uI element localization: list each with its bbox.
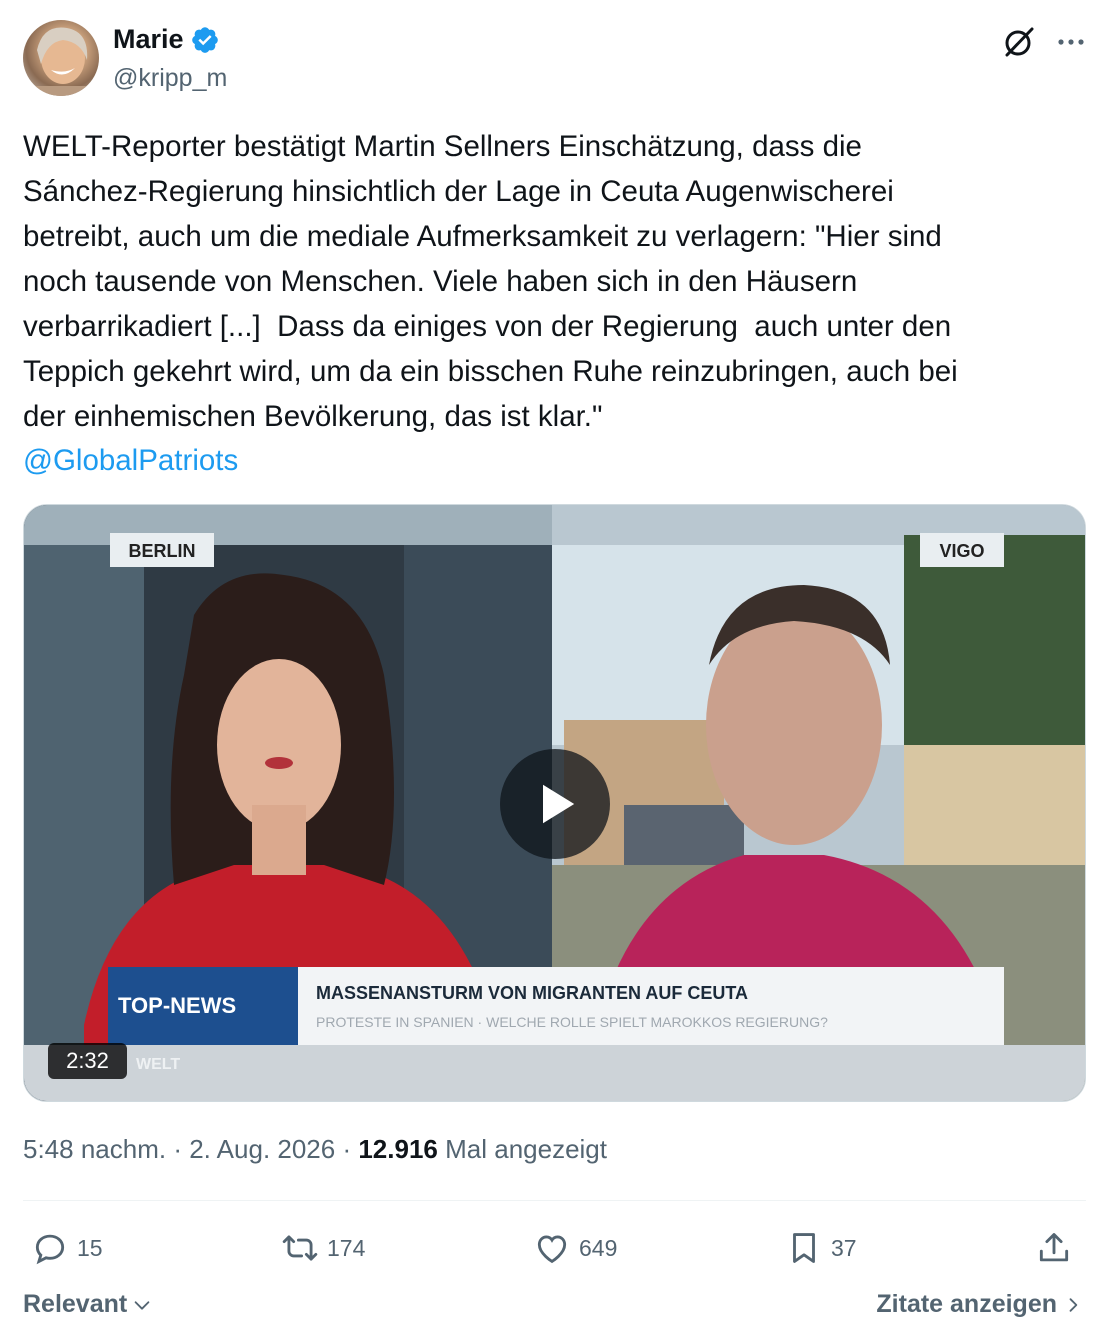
like-count: 649: [579, 1234, 618, 1261]
tweet-meta: 5:48 nachm. · 2. Aug. 2026 · 12.916 Mal …: [23, 1134, 607, 1165]
view-quotes-link[interactable]: Zitate anzeigen: [876, 1290, 1083, 1319]
view-count-label: Mal angezeigt: [445, 1134, 607, 1164]
verified-badge-icon: [190, 25, 220, 55]
bookmark-icon: [793, 1233, 815, 1263]
quotes-label: Zitate anzeigen: [876, 1290, 1057, 1318]
location-berlin: BERLIN: [129, 541, 196, 561]
bookmark-count: 37: [831, 1234, 857, 1261]
author-name-row: Marie: [113, 24, 220, 55]
meta-separator: ·: [335, 1134, 359, 1164]
share-icon: [1039, 1233, 1069, 1262]
divider: [23, 1200, 1086, 1201]
view-count: 12.916: [358, 1134, 438, 1164]
tweet-text: WELT-Reporter bestätigt Martin Sellners …: [23, 130, 958, 433]
sort-replies-dropdown[interactable]: Relevant: [23, 1290, 153, 1319]
tweet-date[interactable]: 2. Aug. 2026: [189, 1134, 335, 1164]
avatar[interactable]: [23, 20, 99, 96]
chevron-down-icon: [134, 1300, 150, 1310]
lower-third-subline: PROTESTE IN SPANIEN · WELCHE ROLLE SPIEL…: [316, 1014, 828, 1030]
reply-button[interactable]: 15: [31, 1222, 103, 1274]
lower-third-tag: TOP-NEWS: [118, 993, 236, 1018]
repost-icon: [282, 1235, 318, 1261]
author-handle[interactable]: @kripp_m: [113, 64, 227, 93]
lower-third-headline: MASSENANSTURM VON MIGRANTEN AUF CEUTA: [316, 983, 748, 1003]
more-options-icon[interactable]: [1053, 24, 1089, 60]
mention-link[interactable]: @GlobalPatriots: [23, 438, 238, 483]
chevron-right-icon: [1069, 1297, 1078, 1312]
video-duration: 2:32: [48, 1043, 127, 1079]
meta-separator: ·: [166, 1134, 190, 1164]
like-button[interactable]: 649: [533, 1222, 617, 1274]
welt-logo: WELT: [136, 1056, 180, 1073]
reply-icon: [35, 1234, 65, 1265]
play-icon: [543, 784, 575, 824]
location-vigo: VIGO: [939, 541, 984, 561]
grok-icon[interactable]: [1001, 24, 1037, 60]
repost-button[interactable]: 174: [281, 1222, 365, 1274]
repost-count: 174: [327, 1234, 366, 1261]
author-name[interactable]: Marie: [113, 24, 184, 55]
heart-icon: [537, 1235, 567, 1264]
action-bar: 15 174 649 37: [23, 1222, 1086, 1274]
bookmark-button[interactable]: 37: [785, 1222, 857, 1274]
share-button[interactable]: [1035, 1222, 1073, 1274]
tweet-header: Marie @kripp_m: [23, 20, 1088, 100]
tweet-time[interactable]: 5:48 nachm.: [23, 1134, 166, 1164]
play-button[interactable]: [500, 749, 610, 859]
reply-count: 15: [77, 1234, 103, 1261]
sort-label: Relevant: [23, 1290, 128, 1318]
video-player[interactable]: BERLIN VIGO TOP-NEWS MASSENANSTURM VON M…: [23, 504, 1086, 1102]
